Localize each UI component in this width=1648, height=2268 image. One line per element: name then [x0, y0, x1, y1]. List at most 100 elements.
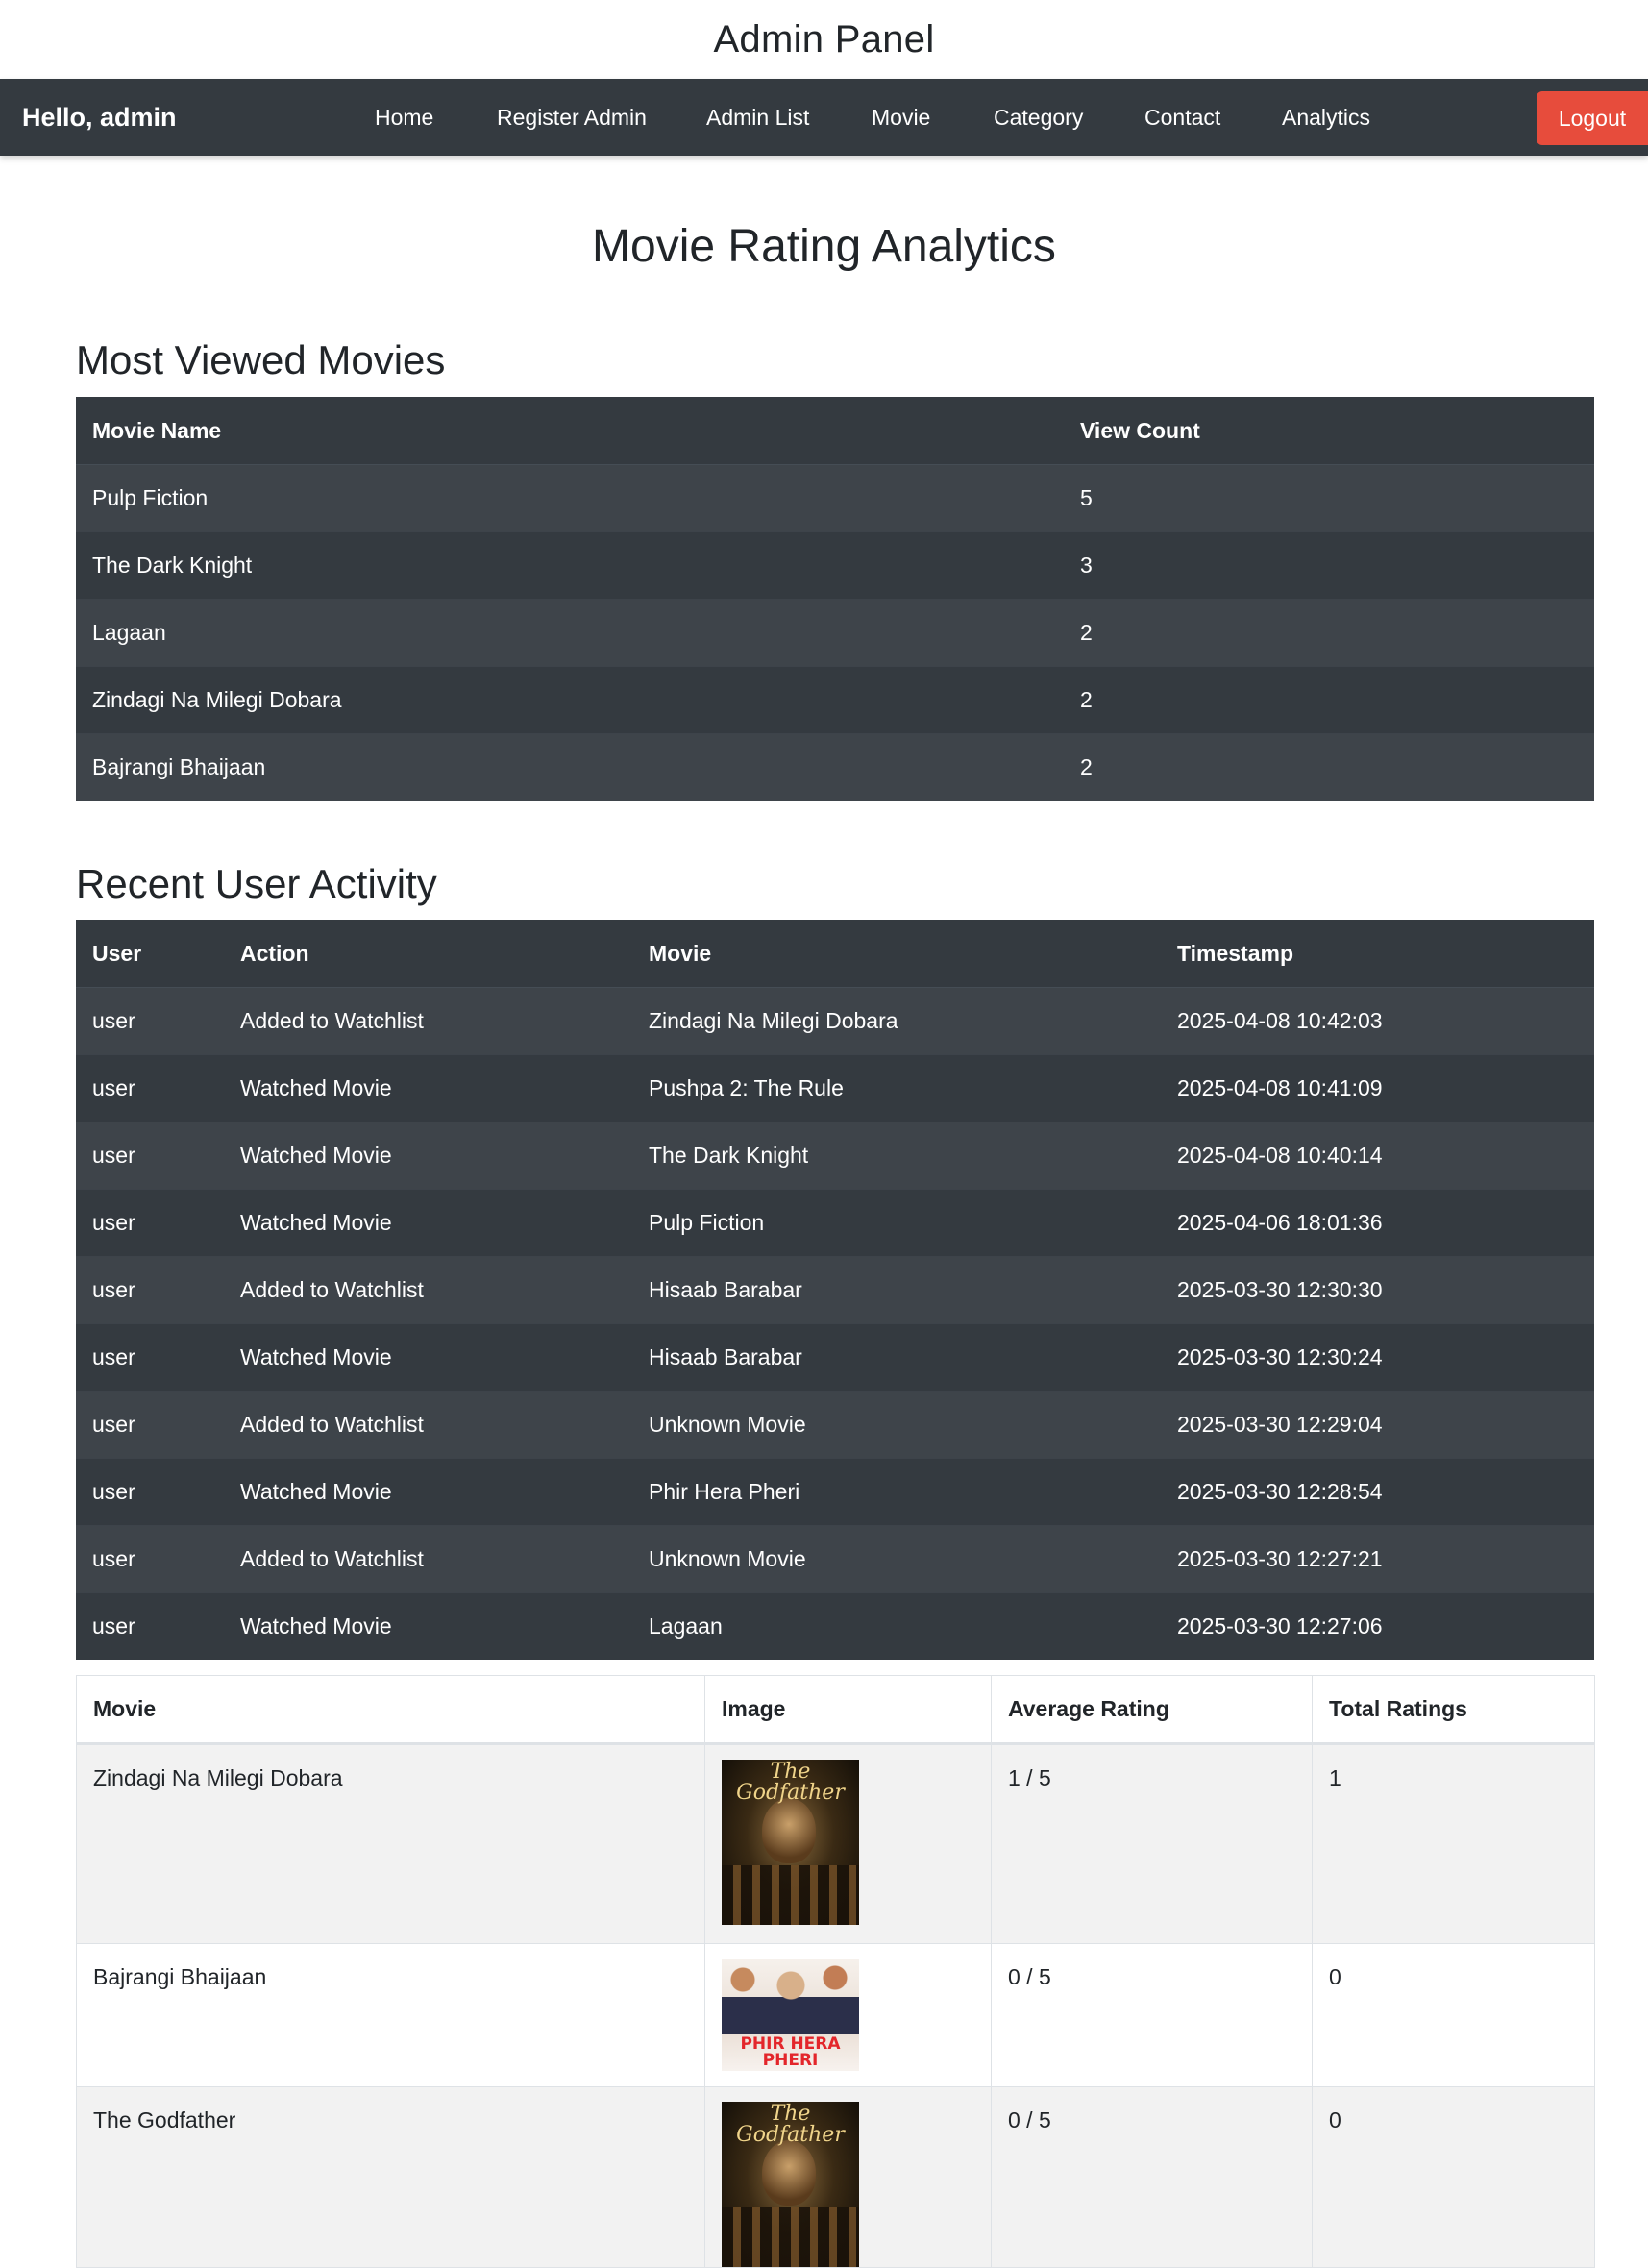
table-row: The Godfather The Godfather 0 / 50	[76, 2086, 1595, 2268]
timestamp-cell: 2025-03-30 12:27:06	[1161, 1592, 1594, 1660]
timestamp-cell: 2025-03-30 12:29:04	[1161, 1391, 1594, 1459]
nav-admin-list[interactable]: Admin List	[706, 79, 809, 156]
movie-cell: Bajrangi Bhaijaan	[76, 1943, 705, 2087]
greeting: Hello, admin	[22, 103, 177, 132]
timestamp-cell: 2025-04-08 10:41:09	[1161, 1054, 1594, 1122]
poster-title: PHIR HERA PHERI	[740, 2034, 841, 2070]
user-cell: user	[76, 1458, 224, 1526]
table-row: user Watched Movie Hisaab Barabar 2025-03-3…	[76, 1323, 1594, 1392]
movie-cell: Zindagi Na Milegi Dobara	[632, 987, 1161, 1055]
total-ratings-cell: 1	[1312, 1743, 1595, 1944]
navbar: Hello, admin Home Register Admin Admin L…	[0, 79, 1648, 156]
movie-name-cell: Lagaan	[76, 599, 1064, 667]
average-rating-cell: 0 / 5	[991, 1943, 1313, 2087]
nav-contact[interactable]: Contact	[1144, 79, 1220, 156]
ratings-table: Movie Image Average Rating Total Ratings…	[76, 1675, 1595, 2268]
movie-cell: Pulp Fiction	[632, 1189, 1161, 1257]
view-count-cell: 3	[1064, 531, 1594, 600]
column-header: View Count	[1064, 397, 1594, 465]
movie-cell: Unknown Movie	[632, 1525, 1161, 1593]
nav-home[interactable]: Home	[375, 79, 433, 156]
total-ratings-cell: 0	[1312, 2086, 1595, 2268]
user-cell: user	[76, 1592, 224, 1660]
table-header-row: Movie Image Average Rating Total Ratings	[76, 1675, 1595, 1745]
column-header: Movie	[76, 1675, 705, 1745]
poster-figures	[722, 1959, 859, 2034]
action-cell: Added to Watchlist	[224, 1525, 632, 1593]
movie-cell: The Godfather	[76, 2086, 705, 2268]
timestamp-cell: 2025-03-30 12:28:54	[1161, 1458, 1594, 1526]
timestamp-cell: 2025-04-08 10:40:14	[1161, 1122, 1594, 1190]
movie-cell: The Dark Knight	[632, 1122, 1161, 1190]
logout-button[interactable]: Logout	[1537, 91, 1648, 145]
movie-cell: Phir Hera Pheri	[632, 1458, 1161, 1526]
column-header: User	[76, 920, 224, 988]
action-cell: Watched Movie	[224, 1458, 632, 1526]
poster-figure	[762, 2140, 816, 2206]
movie-cell: Unknown Movie	[632, 1391, 1161, 1459]
movie-poster: The Godfather	[722, 2102, 859, 2267]
movie-cell: Zindagi Na Milegi Dobara	[76, 1743, 705, 1944]
movie-cell: Hisaab Barabar	[632, 1323, 1161, 1392]
view-count-cell: 5	[1064, 464, 1594, 532]
table-row: user Added to Watchlist Unknown Movie 2025-…	[76, 1391, 1594, 1459]
timestamp-cell: 2025-04-06 18:01:36	[1161, 1189, 1594, 1257]
action-cell: Added to Watchlist	[224, 1256, 632, 1324]
user-cell: user	[76, 1391, 224, 1459]
timestamp-cell: 2025-03-30 12:30:24	[1161, 1323, 1594, 1392]
user-cell: user	[76, 1122, 224, 1190]
movie-name-cell: The Dark Knight	[76, 531, 1064, 600]
average-rating-cell: 0 / 5	[991, 2086, 1313, 2268]
action-cell: Watched Movie	[224, 1592, 632, 1660]
table-row: user Added to Watchlist Hisaab Barabar 2025…	[76, 1256, 1594, 1324]
average-rating-cell: 1 / 5	[991, 1743, 1313, 1944]
movie-poster: The Godfather	[722, 1760, 859, 1925]
table-header-row: User Action Movie Timestamp	[76, 920, 1594, 988]
most-viewed-title: Most Viewed Movies	[76, 337, 446, 382]
column-header: Action	[224, 920, 632, 988]
movie-name-cell: Zindagi Na Milegi Dobara	[76, 666, 1064, 734]
timestamp-cell: 2025-03-30 12:27:21	[1161, 1525, 1594, 1593]
column-header: Average Rating	[991, 1675, 1313, 1745]
table-row: user Watched Movie Lagaan 2025-03-30 12:27:…	[76, 1592, 1594, 1660]
column-header: Total Ratings	[1312, 1675, 1595, 1745]
table-row: user Watched Movie Phir Hera Pheri 2025-03-…	[76, 1458, 1594, 1526]
table-row: user Added to Watchlist Unknown Movie 2025-…	[76, 1525, 1594, 1593]
action-cell: Watched Movie	[224, 1323, 632, 1392]
column-header: Movie	[632, 920, 1161, 988]
movie-poster: PHIR HERA PHERI	[722, 1959, 859, 2071]
most-viewed-table: Movie Name View Count Pulp Fiction 5 The D…	[76, 397, 1594, 801]
table-row: Zindagi Na Milegi Dobara The Godfather 1 /…	[76, 1743, 1595, 1944]
poster-crowd	[722, 1865, 859, 1925]
nav-register-admin[interactable]: Register Admin	[497, 79, 647, 156]
user-cell: user	[76, 1323, 224, 1392]
table-row: The Dark Knight 3	[76, 531, 1594, 600]
recent-activity-table: User Action Movie Timestamp user Added to…	[76, 920, 1594, 1660]
page-title: Admin Panel	[713, 17, 935, 61]
table-header-row: Movie Name View Count	[76, 397, 1594, 465]
movie-cell: Lagaan	[632, 1592, 1161, 1660]
poster-title: The Godfather	[736, 2102, 845, 2147]
column-header: Timestamp	[1161, 920, 1594, 988]
user-cell: user	[76, 1256, 224, 1324]
table-row: Bajrangi Bhaijaan PHIR HERA PHERI 0 / 50	[76, 1943, 1595, 2087]
table-row: Bajrangi Bhaijaan 2	[76, 733, 1594, 801]
movie-cell: Hisaab Barabar	[632, 1256, 1161, 1324]
view-count-cell: 2	[1064, 599, 1594, 667]
movie-name-cell: Bajrangi Bhaijaan	[76, 733, 1064, 801]
page-heading: Movie Rating Analytics	[592, 221, 1056, 272]
action-cell: Watched Movie	[224, 1189, 632, 1257]
user-cell: user	[76, 1525, 224, 1593]
movie-name-cell: Pulp Fiction	[76, 464, 1064, 532]
nav-category[interactable]: Category	[994, 79, 1083, 156]
action-cell: Added to Watchlist	[224, 1391, 632, 1459]
recent-activity-title: Recent User Activity	[76, 861, 437, 906]
nav-analytics[interactable]: Analytics	[1282, 79, 1370, 156]
user-cell: user	[76, 1054, 224, 1122]
column-header: Movie Name	[76, 397, 1064, 465]
nav-movie[interactable]: Movie	[872, 79, 930, 156]
view-count-cell: 2	[1064, 666, 1594, 734]
action-cell: Added to Watchlist	[224, 987, 632, 1055]
action-cell: Watched Movie	[224, 1054, 632, 1122]
view-count-cell: 2	[1064, 733, 1594, 801]
